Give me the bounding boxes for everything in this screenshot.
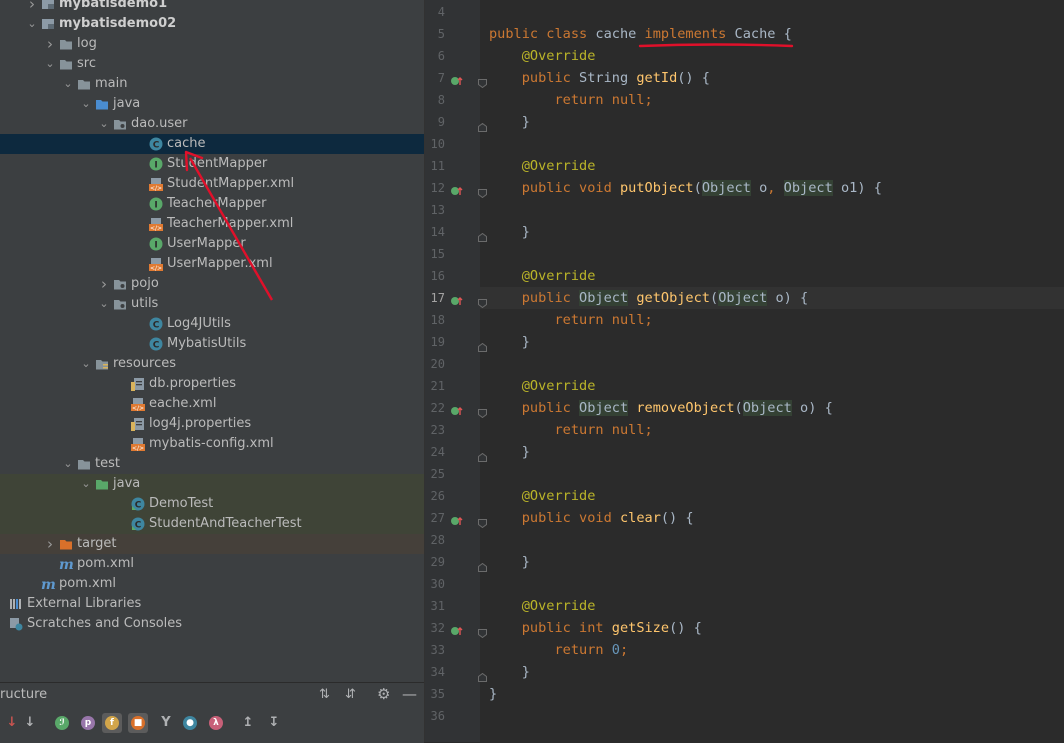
show-fields-icon-glyph: f <box>105 716 119 730</box>
show-properties-icon[interactable]: p <box>78 713 98 733</box>
show-anonymous-icon[interactable]: ● <box>180 713 200 733</box>
navigate-down-icon-glyph: ↧ <box>268 715 280 730</box>
show-inherited-icon-glyph: ℐ <box>55 716 69 730</box>
gear-icon[interactable]: ⚙ <box>377 685 390 703</box>
sort-alpha-icon[interactable]: ↓ <box>20 713 40 733</box>
sort-visibility-icon-glyph: ↓ <box>6 715 18 730</box>
expand-all-icon[interactable]: ⇅ <box>319 687 330 702</box>
structure-panel: ructure ⇅ ⇵ ⚙ — ↓ ↓ ℐp f ■ Y ● λ ↥ ↧ <box>0 682 424 743</box>
underline-annotation <box>638 43 794 48</box>
minimize-icon[interactable]: — <box>402 685 417 703</box>
navigate-down-icon[interactable]: ↧ <box>264 713 284 733</box>
show-inherited-icon[interactable]: ℐ <box>52 713 72 733</box>
navigate-up-icon[interactable]: ↥ <box>238 713 258 733</box>
show-lambdas-icon[interactable]: λ <box>206 713 226 733</box>
show-methods-icon-glyph: Y <box>161 715 171 730</box>
structure-panel-title: ructure <box>0 687 48 702</box>
show-properties-icon-glyph: p <box>81 716 95 730</box>
show-lambdas-icon-glyph: λ <box>209 716 223 730</box>
show-non-public-icon-glyph: ■ <box>131 716 145 730</box>
sort-alpha-icon-glyph: ↓ <box>24 715 36 730</box>
show-anonymous-icon-glyph: ● <box>183 716 197 730</box>
show-non-public-icon[interactable]: ■ <box>128 713 148 733</box>
arrow-annotation <box>188 157 274 301</box>
navigate-up-icon-glyph: ↥ <box>242 715 254 730</box>
sort-visibility-icon[interactable]: ↓ <box>2 713 22 733</box>
red-annotation-overlay <box>184 43 794 301</box>
collapse-all-icon[interactable]: ⇵ <box>345 687 356 702</box>
show-methods-icon[interactable]: Y <box>156 713 176 733</box>
show-fields-icon[interactable]: f <box>102 713 122 733</box>
